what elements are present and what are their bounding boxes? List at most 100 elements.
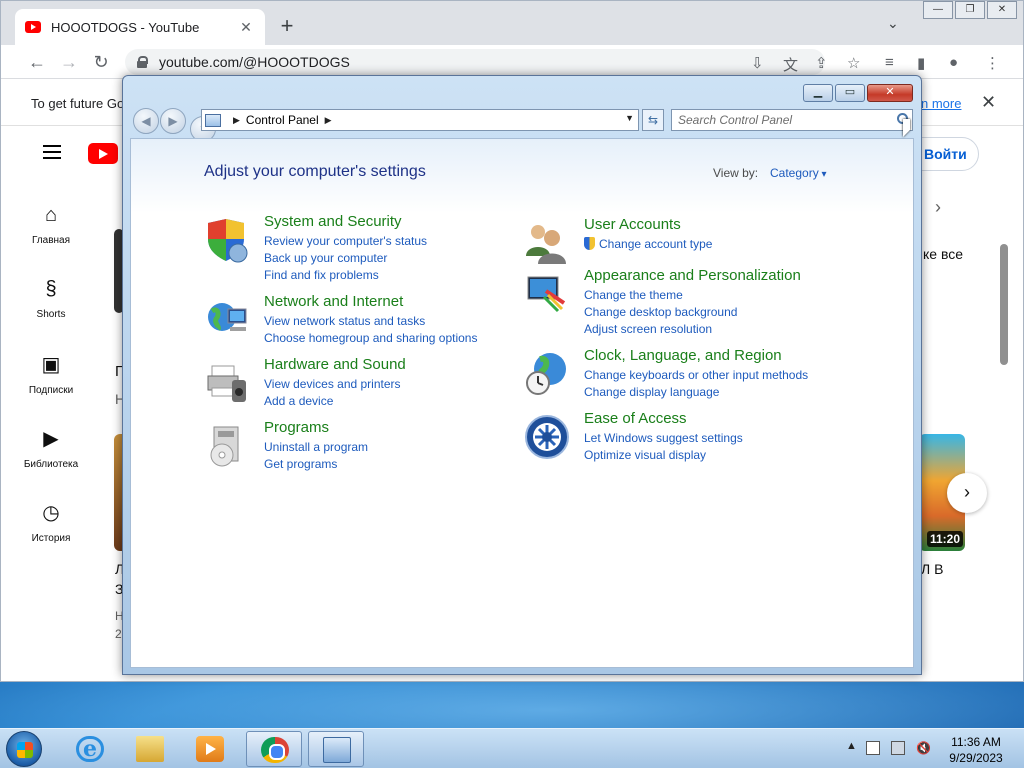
reload-icon[interactable]: ↻ xyxy=(91,52,111,73)
cp-minimize-button[interactable]: ▁ xyxy=(803,84,833,102)
breadcrumb-arrow-icon[interactable]: ▶ xyxy=(325,115,332,126)
nav-label: История xyxy=(31,533,71,544)
nav-shorts[interactable]: § Shorts xyxy=(11,278,91,320)
category-title[interactable]: System and Security xyxy=(264,213,402,230)
category-title[interactable]: Appearance and Personalization xyxy=(584,267,801,284)
category-link[interactable]: Change desktop background xyxy=(584,304,737,321)
tab-strip: HOOOTDOGS - YouTube ✕ + ⌄ — ❐ ✕ xyxy=(1,1,1023,45)
taskbar-control-panel[interactable] xyxy=(308,731,364,767)
chrome-close-button[interactable]: ✕ xyxy=(987,1,1017,19)
category-title[interactable]: Ease of Access xyxy=(584,410,687,427)
category-link[interactable]: Optimize visual display xyxy=(584,447,743,464)
cp-address-bar[interactable]: ▶ Control Panel ▶ ▼ xyxy=(201,109,639,131)
history-icon: ◷ xyxy=(42,502,60,524)
category-link[interactable]: Let Windows suggest settings xyxy=(584,430,743,447)
url-text: youtube.com/@HOOOTDOGS xyxy=(159,54,350,70)
category-link[interactable]: View devices and printers xyxy=(264,376,401,393)
address-bar[interactable]: youtube.com/@HOOOTDOGS xyxy=(125,49,825,75)
youtube-favicon-icon xyxy=(25,21,41,33)
view-by-label: View by: xyxy=(713,166,759,180)
chrome-menu-icon[interactable]: ⋮ xyxy=(985,54,1000,72)
translate-icon[interactable]: 文 xyxy=(783,54,798,75)
cp-close-button[interactable]: ✕ xyxy=(867,84,913,102)
nav-home[interactable]: ⌂ Главная xyxy=(11,204,91,246)
carousel-next-button[interactable]: › xyxy=(947,473,987,513)
tabs-scroll-chevron-icon[interactable]: › xyxy=(935,197,941,218)
shorts-icon: § xyxy=(45,278,57,300)
category-link[interactable]: Back up your computer xyxy=(264,250,427,267)
home-icon: ⌂ xyxy=(44,204,58,226)
nav-library[interactable]: ▶ Библиотека xyxy=(11,426,91,470)
profile-avatar-icon[interactable]: ● xyxy=(949,54,958,71)
youtube-logo-icon[interactable] xyxy=(88,143,118,164)
nav-subscriptions[interactable]: ▣ Подписки xyxy=(11,352,91,396)
forward-arrow-icon[interactable]: ▶ xyxy=(160,108,186,134)
clock-globe-icon xyxy=(526,353,566,395)
category-title[interactable]: Network and Internet xyxy=(264,293,403,310)
address-dropdown-icon[interactable]: ▼ xyxy=(625,113,634,123)
category-link[interactable]: Change display language xyxy=(584,384,808,401)
breadcrumb-control-panel[interactable]: Control Panel xyxy=(246,113,319,127)
category-title[interactable]: Hardware and Sound xyxy=(264,356,406,373)
taskbar-chrome[interactable] xyxy=(246,731,302,767)
taskbar-internet-explorer[interactable]: e xyxy=(62,731,118,767)
forward-arrow-icon[interactable]: → xyxy=(59,52,79,73)
nav-history[interactable]: ◷ История xyxy=(11,500,91,544)
start-button[interactable] xyxy=(6,731,42,767)
cp-maximize-button[interactable]: ▭ xyxy=(835,84,865,102)
category-title[interactable]: User Accounts xyxy=(584,216,681,233)
reading-list-icon[interactable]: ≡ xyxy=(885,54,894,71)
tab-close-icon[interactable]: ✕ xyxy=(237,19,255,36)
banner-close-icon[interactable]: ✕ xyxy=(981,92,996,113)
taskbar-media-player[interactable] xyxy=(182,731,238,767)
category-link[interactable]: Uninstall a program xyxy=(264,439,368,456)
video-duration: 11:20 xyxy=(926,531,963,547)
video-title-fragment[interactable]: Л В xyxy=(921,561,943,577)
refresh-icon[interactable]: ⇆ xyxy=(642,109,664,131)
nav-label: Подписки xyxy=(28,385,74,396)
category-title[interactable]: Programs xyxy=(264,419,329,436)
new-tab-button[interactable]: + xyxy=(277,13,297,39)
tab-search-button[interactable]: ⌄ xyxy=(887,15,899,32)
category-link[interactable]: Review your computer's status xyxy=(264,233,427,250)
search-control-panel-input[interactable]: Search Control Panel xyxy=(671,109,913,131)
internet-explorer-icon: e xyxy=(76,736,104,762)
page-scrollbar[interactable] xyxy=(1000,244,1008,365)
tab-youtube[interactable]: HOOOTDOGS - YouTube ✕ xyxy=(15,9,265,45)
browser-toolbar: ← → ↻ youtube.com/@HOOOTDOGS ⇩ 文 ⇪ ☆ ≡ ▮… xyxy=(1,45,1023,79)
share-icon[interactable]: ⇪ xyxy=(815,54,828,72)
cp-content-pane: Adjust your computer's settings View by:… xyxy=(130,138,914,668)
network-icon[interactable] xyxy=(891,741,905,755)
category-link[interactable]: Change the theme xyxy=(584,287,737,304)
banner-text: To get future Go xyxy=(31,96,125,111)
tab-title: HOOOTDOGS - YouTube xyxy=(51,19,200,35)
banner-learn-more-link[interactable]: n more xyxy=(921,96,961,111)
lock-icon xyxy=(137,56,148,68)
category-title[interactable]: Clock, Language, and Region xyxy=(584,347,782,364)
category-link[interactable]: Add a device xyxy=(264,393,401,410)
category-link[interactable]: Get programs xyxy=(264,456,368,473)
action-center-flag-icon[interactable] xyxy=(866,741,880,755)
category-link[interactable]: Change account type xyxy=(584,236,712,253)
nav-label: Главная xyxy=(31,235,71,246)
chrome-maximize-button[interactable]: ❐ xyxy=(955,1,985,19)
side-panel-icon[interactable]: ▮ xyxy=(917,54,925,72)
back-arrow-icon[interactable]: ← xyxy=(27,52,47,73)
menu-hamburger-icon[interactable] xyxy=(43,145,61,159)
category-link[interactable]: View network status and tasks xyxy=(264,313,477,330)
chrome-minimize-button[interactable]: — xyxy=(923,1,953,19)
show-hidden-icons-chevron-icon[interactable]: ▲ xyxy=(846,740,857,752)
view-by-dropdown[interactable]: Category xyxy=(770,166,827,180)
install-app-icon[interactable]: ⇩ xyxy=(751,54,764,72)
back-arrow-icon[interactable]: ◀ xyxy=(133,108,159,134)
category-link[interactable]: Adjust screen resolution xyxy=(584,321,737,338)
volume-muted-icon[interactable]: 🔇 xyxy=(916,741,931,755)
users-icon xyxy=(526,225,566,264)
breadcrumb-arrow-icon[interactable]: ▶ xyxy=(233,115,240,126)
category-link[interactable]: Change keyboards or other input methods xyxy=(584,367,808,384)
taskbar-clock[interactable]: 11:36 AM 9/29/2023 xyxy=(940,734,1012,766)
category-link[interactable]: Find and fix problems xyxy=(264,267,427,284)
taskbar-file-explorer[interactable] xyxy=(122,731,178,767)
category-link[interactable]: Choose homegroup and sharing options xyxy=(264,330,477,347)
bookmark-star-icon[interactable]: ☆ xyxy=(847,54,860,72)
